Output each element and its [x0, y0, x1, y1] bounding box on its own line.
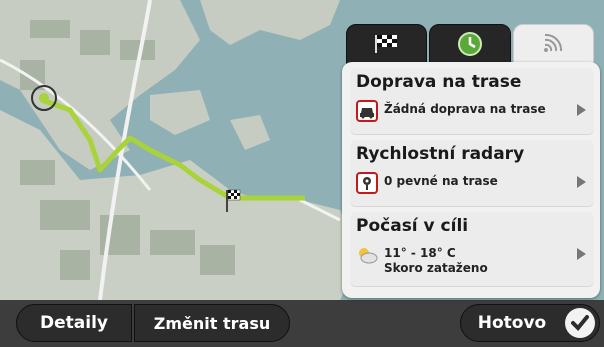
tab-route-time[interactable]	[429, 24, 511, 64]
weather-temperature: 11° - 18° C	[384, 246, 456, 260]
weather-title: Počasí v cíli	[356, 216, 469, 236]
checkmark-icon	[565, 308, 595, 338]
change-route-button[interactable]: Změnit trasu	[134, 304, 290, 342]
tab-live[interactable]	[512, 24, 594, 64]
checkered-flag-icon	[374, 35, 397, 53]
done-label: Hotovo	[477, 313, 547, 333]
panel-tabs	[346, 24, 596, 64]
traffic-item[interactable]: Doprava na trase Žádná doprava na trase	[350, 68, 594, 135]
speed-camera-item[interactable]: Rychlostní radary 0 pevné na trase	[350, 140, 594, 207]
weather-cloud-sun-icon	[359, 248, 378, 264]
weather-details: 11° - 18° C Skoro zataženo	[384, 246, 488, 276]
traffic-title: Doprava na trase	[356, 72, 522, 92]
speed-camera-icon	[356, 172, 378, 194]
chevron-right-icon	[577, 248, 586, 260]
chevron-right-icon	[577, 176, 586, 188]
route-summary-screen: Doprava na trase Žádná doprava na trase …	[0, 0, 604, 347]
info-list: Doprava na trase Žádná doprava na trase …	[342, 62, 600, 298]
traffic-car-icon	[356, 100, 378, 122]
chevron-right-icon	[577, 104, 586, 116]
live-signal-icon	[544, 34, 563, 52]
speed-camera-title: Rychlostní radary	[356, 144, 525, 164]
tab-destination[interactable]	[346, 24, 428, 64]
details-button[interactable]: Detaily	[16, 304, 132, 342]
done-button[interactable]: Hotovo	[460, 304, 600, 342]
weather-item[interactable]: Počasí v cíli 11° - 18° C Skoro zataženo	[350, 212, 594, 287]
speed-camera-count: 0 pevné na trase	[384, 174, 498, 188]
traffic-status: Žádná doprava na trase	[384, 102, 546, 116]
route-clock-icon	[457, 32, 482, 56]
weather-condition: Skoro zataženo	[384, 261, 488, 275]
info-panel: Doprava na trase Žádná doprava na trase …	[338, 20, 604, 302]
